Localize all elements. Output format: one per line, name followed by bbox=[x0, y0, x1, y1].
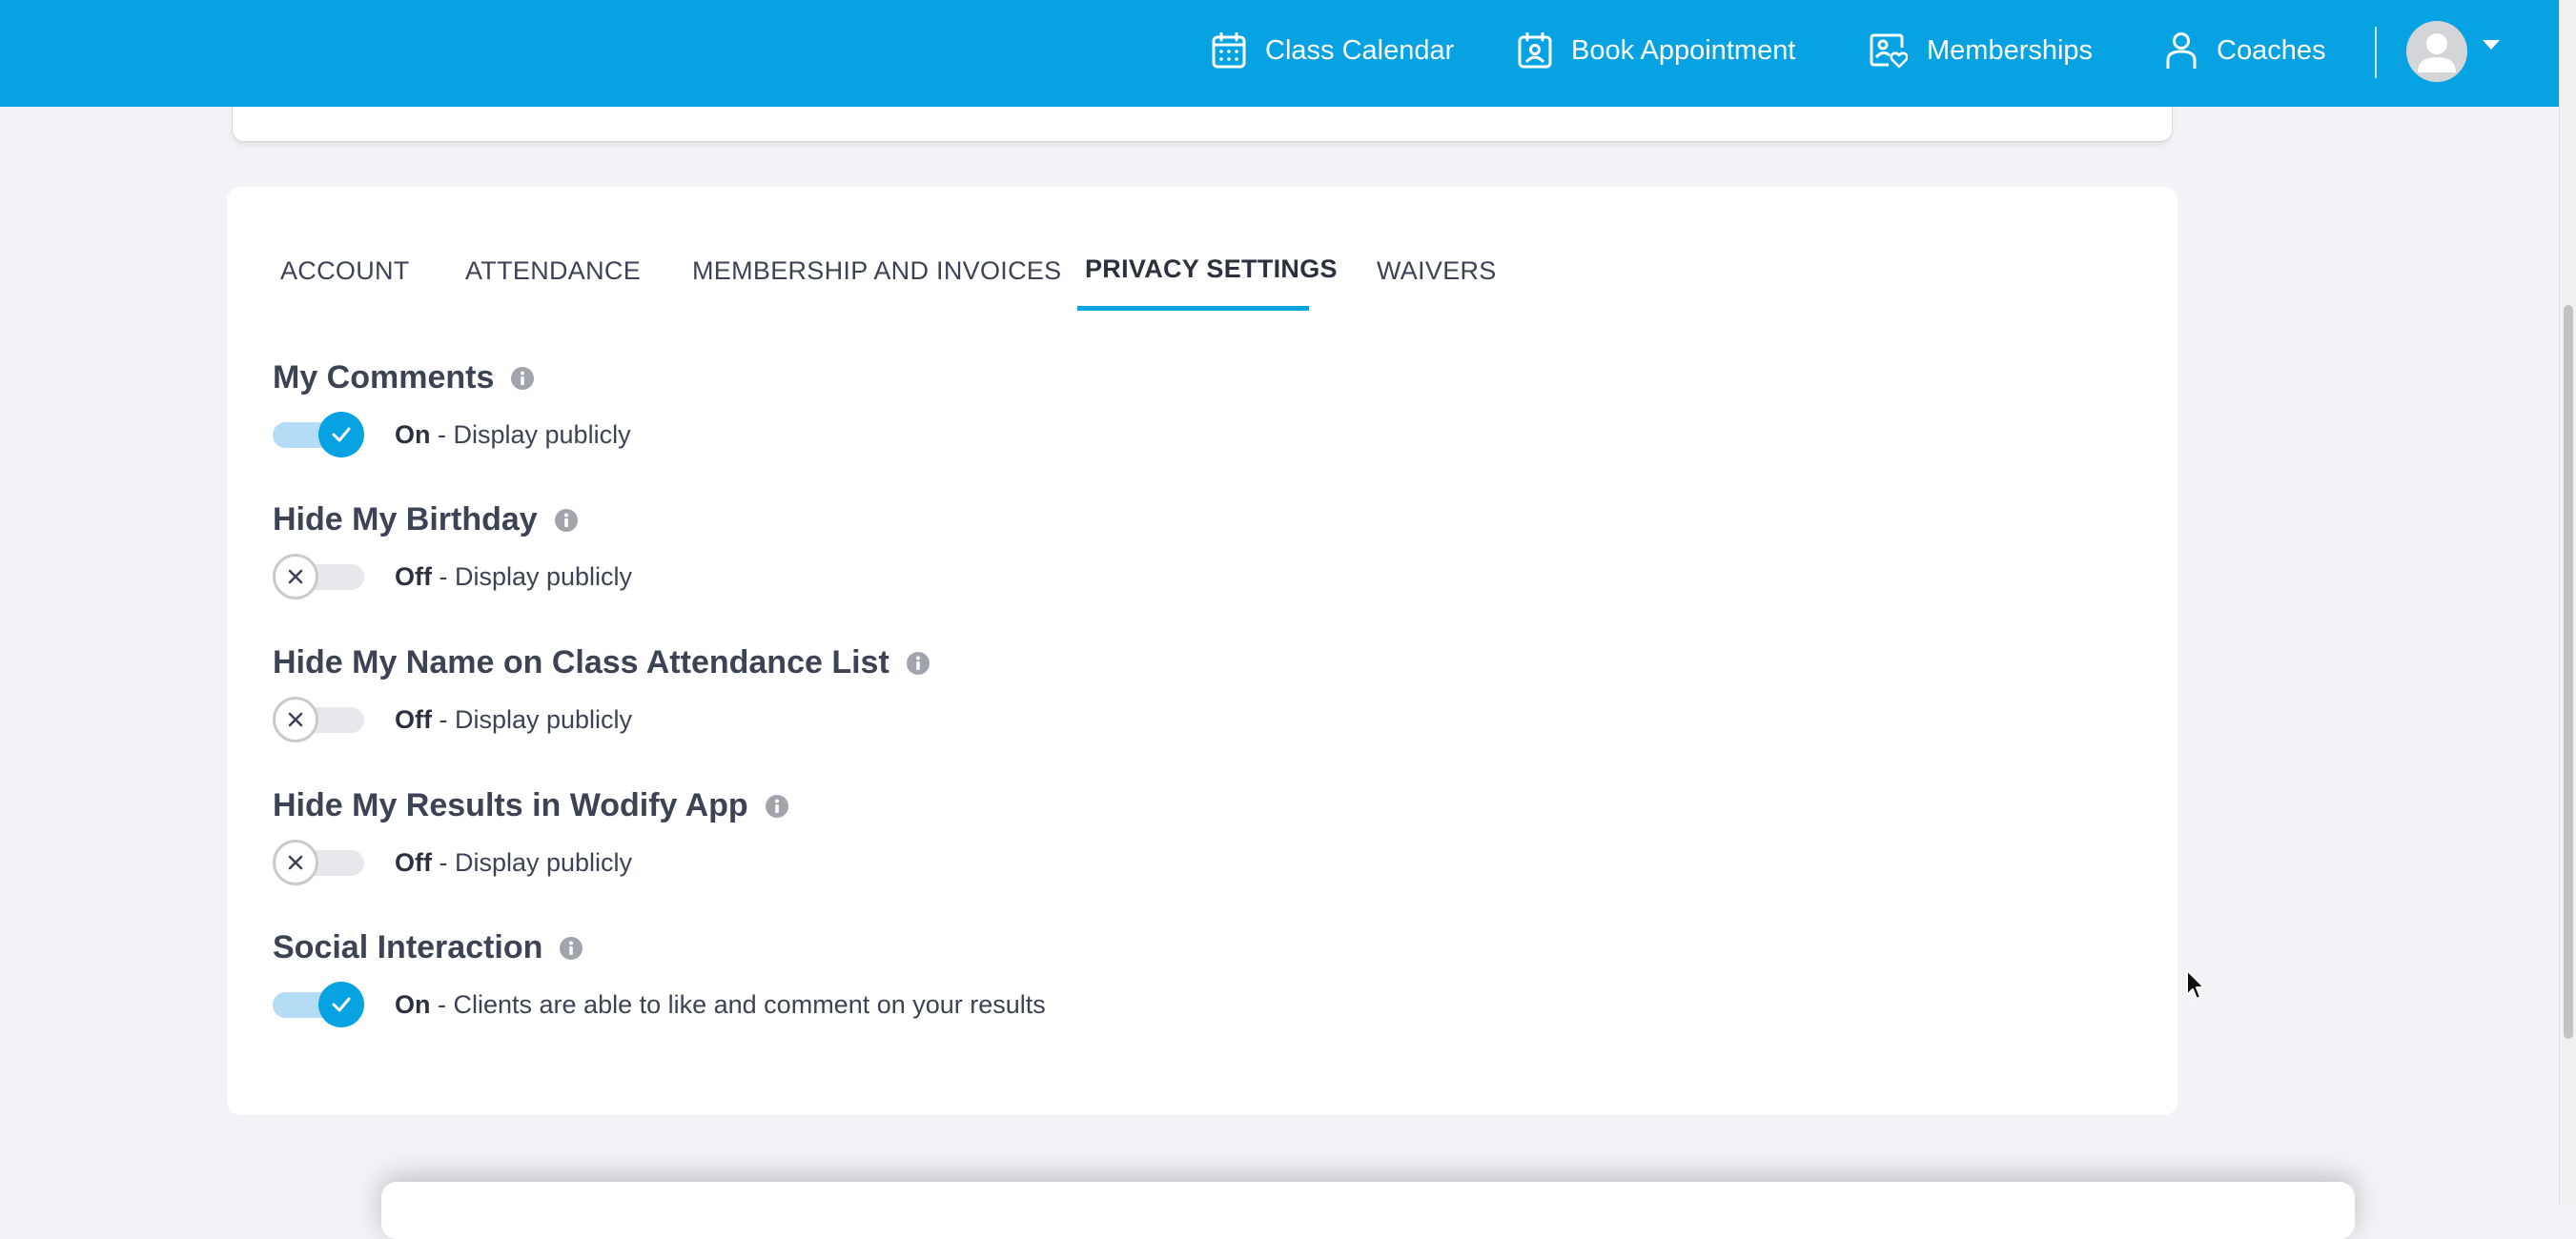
caret-down-icon[interactable] bbox=[2482, 38, 2501, 56]
top-navbar: Class Calendar Book Appointment Membersh… bbox=[0, 0, 2559, 107]
hide-my-results-toggle[interactable] bbox=[273, 839, 366, 886]
setting-title: Hide My Name on Class Attendance List bbox=[273, 644, 889, 680]
setting-title: Hide My Results in Wodify App bbox=[273, 787, 748, 823]
setting-status: Off - Display publicly bbox=[395, 562, 632, 592]
setting-state: Off bbox=[395, 562, 432, 591]
tab-account[interactable]: ACCOUNT bbox=[280, 256, 410, 286]
nav-book-appointment-label: Book Appointment bbox=[1571, 34, 1796, 66]
next-card bbox=[381, 1182, 2355, 1239]
setting-title-row: My Comments bbox=[273, 359, 535, 396]
setting-status: On - Display publicly bbox=[395, 420, 631, 450]
membership-icon bbox=[1870, 32, 1908, 69]
privacy-settings-card: ACCOUNT ATTENDANCE MEMBERSHIP AND INVOIC… bbox=[227, 187, 2177, 1115]
nav-book-appointment[interactable]: Book Appointment bbox=[1518, 0, 1795, 101]
setting-state: Off bbox=[395, 705, 432, 734]
setting-state: Off bbox=[395, 848, 432, 877]
setting-title-row: Hide My Birthday bbox=[273, 501, 578, 538]
nav-class-calendar[interactable]: Class Calendar bbox=[1212, 0, 1454, 101]
check-icon bbox=[318, 412, 364, 457]
my-comments-toggle[interactable] bbox=[273, 411, 366, 458]
scrollbar-thumb[interactable] bbox=[2564, 305, 2573, 1039]
info-icon[interactable] bbox=[511, 366, 535, 390]
setting-title: My Comments bbox=[273, 359, 495, 396]
check-icon bbox=[318, 982, 364, 1027]
info-icon[interactable] bbox=[765, 794, 788, 818]
nav-coaches-label: Coaches bbox=[2217, 34, 2326, 66]
social-interaction-toggle[interactable] bbox=[273, 981, 366, 1028]
setting-description: - Display publicly bbox=[431, 848, 633, 877]
calendar-icon bbox=[1212, 32, 1246, 69]
page-scrollbar[interactable] bbox=[2559, 0, 2576, 1205]
hide-my-name-toggle[interactable] bbox=[273, 696, 366, 743]
setting-description: - Display publicly bbox=[430, 420, 631, 449]
info-icon[interactable] bbox=[554, 508, 578, 532]
x-icon bbox=[273, 697, 318, 742]
setting-description: - Clients are able to like and comment o… bbox=[430, 990, 1046, 1019]
tab-membership-and-invoices[interactable]: MEMBERSHIP AND INVOICES bbox=[692, 256, 1061, 286]
setting-status: Off - Display publicly bbox=[395, 848, 632, 878]
tab-privacy-settings[interactable]: PRIVACY SETTINGS bbox=[1085, 254, 1338, 284]
setting-state: On bbox=[395, 420, 431, 449]
setting-description: - Display publicly bbox=[431, 562, 633, 591]
nav-memberships-label: Memberships bbox=[1927, 34, 2094, 66]
setting-state: On bbox=[395, 990, 431, 1019]
setting-description: - Display publicly bbox=[431, 705, 633, 734]
nav-coaches[interactable]: Coaches bbox=[2165, 0, 2325, 101]
nav-divider bbox=[2375, 27, 2377, 78]
mouse-pointer-icon bbox=[2185, 968, 2208, 1007]
setting-title-row: Hide My Name on Class Attendance List bbox=[273, 644, 930, 681]
person-icon bbox=[2165, 31, 2198, 70]
x-icon bbox=[273, 840, 318, 885]
setting-title-row: Social Interaction bbox=[273, 929, 583, 966]
tab-attendance[interactable]: ATTENDANCE bbox=[465, 256, 641, 286]
appointment-icon bbox=[1518, 32, 1552, 69]
setting-status: Off - Display publicly bbox=[395, 705, 632, 735]
setting-title: Social Interaction bbox=[273, 929, 543, 965]
info-icon[interactable] bbox=[906, 651, 930, 675]
nav-memberships[interactable]: Memberships bbox=[1870, 0, 2093, 101]
profile-tabs: ACCOUNT ATTENDANCE MEMBERSHIP AND INVOIC… bbox=[227, 187, 2177, 320]
nav-class-calendar-label: Class Calendar bbox=[1265, 34, 1455, 66]
info-icon[interactable] bbox=[560, 936, 583, 960]
setting-title: Hide My Birthday bbox=[273, 501, 538, 538]
x-icon bbox=[273, 554, 318, 599]
tab-waivers[interactable]: WAIVERS bbox=[1377, 256, 1497, 286]
setting-title-row: Hide My Results in Wodify App bbox=[273, 787, 788, 824]
user-avatar-icon[interactable] bbox=[2406, 21, 2467, 82]
setting-status: On - Clients are able to like and commen… bbox=[395, 990, 1046, 1020]
active-tab-indicator bbox=[1077, 306, 1309, 311]
hide-my-birthday-toggle[interactable] bbox=[273, 553, 366, 600]
